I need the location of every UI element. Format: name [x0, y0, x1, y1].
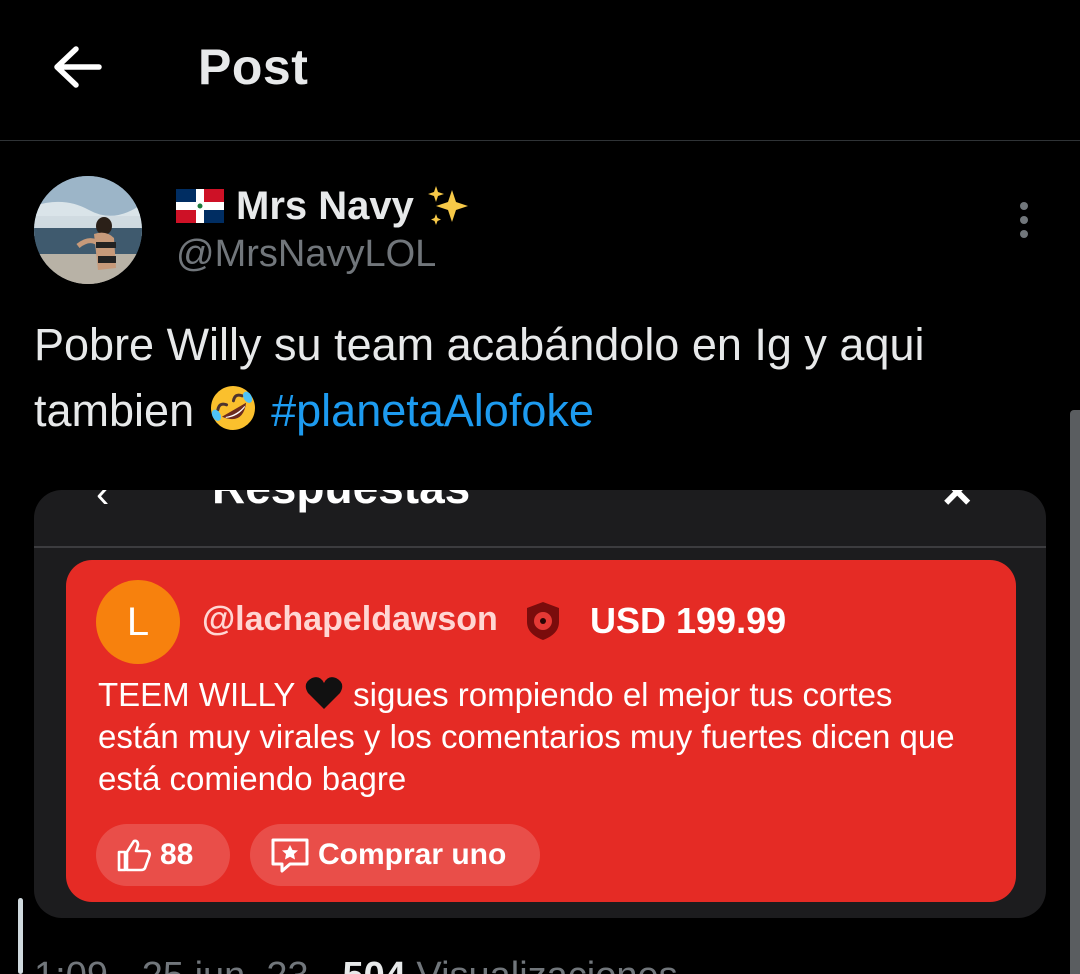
post-time: 1:09	[34, 955, 108, 974]
top-app-bar: Post	[0, 0, 1080, 141]
like-count: 88	[160, 838, 194, 871]
comment-like-pill: 88	[96, 824, 230, 886]
author-avatar[interactable]	[34, 176, 142, 284]
post-text-line2: tambien	[34, 385, 195, 436]
rolling-on-floor-laughing-icon	[210, 386, 255, 430]
comment-amount: USD 199.99	[590, 600, 787, 641]
post-meta: 1:09 · 25 jun. 23 · 504 Visualizaciones	[34, 955, 678, 974]
post-media-image[interactable]: ‹ Respuestas × L @lachapeldawson USD 199…	[34, 490, 1046, 918]
media-back-icon: ‹	[96, 490, 110, 516]
views-label: Visualizaciones	[416, 955, 677, 974]
media-screen-title: Respuestas	[212, 490, 470, 514]
comment-text: TEEM WILLY sigues rompiendo el mejor tus…	[98, 674, 978, 800]
super-chat-comment-card: L @lachapeldawson USD 199.99 TEEM WILLY …	[66, 560, 1016, 902]
avatar-photo	[34, 176, 142, 284]
dominican-flag-icon	[176, 189, 224, 223]
sparkles-icon	[427, 186, 468, 225]
thumbs-up-icon	[117, 839, 151, 872]
post-text-line1: Pobre Willy su team acabándolo en Ig y a…	[34, 319, 925, 370]
media-close-icon: ×	[942, 490, 973, 521]
scrollbar[interactable]	[1070, 410, 1080, 974]
page-title: Post	[198, 39, 309, 95]
post-text: Pobre Willy su team acabándolo en Ig y a…	[34, 312, 1054, 444]
arrow-left-icon	[54, 46, 102, 88]
comment-buy-pill: Comprar uno	[250, 824, 540, 886]
more-dot-icon	[1020, 216, 1028, 224]
author-name-row[interactable]: Mrs Navy	[176, 182, 470, 230]
post-page: Post Mrs Navy @MrsNavyLOL Pobre Willy su…	[0, 0, 1080, 974]
supporter-badge-icon	[527, 602, 559, 640]
media-screenshot-topbar: ‹ Respuestas ×	[34, 490, 1046, 546]
hashtag-link[interactable]: #planetaAlofoke	[271, 385, 594, 436]
comment-avatar: L	[96, 580, 180, 664]
black-heart-icon	[305, 677, 343, 709]
scroll-indicator	[18, 898, 23, 974]
view-count: 504	[342, 955, 405, 974]
back-button[interactable]	[46, 36, 108, 98]
more-dot-icon	[1020, 202, 1028, 210]
buy-label: Comprar uno	[318, 838, 507, 871]
author-name: Mrs Navy	[236, 183, 414, 228]
author-handle[interactable]: @MrsNavyLOL	[176, 233, 436, 276]
media-divider	[34, 546, 1046, 548]
more-dot-icon	[1020, 230, 1028, 238]
comment-text-start: TEEM WILLY	[98, 676, 295, 713]
more-options-button[interactable]	[1004, 196, 1044, 244]
comment-username: @lachapeldawson	[202, 600, 498, 638]
gift-message-icon	[271, 838, 309, 873]
post-date: 25 jun. 23	[142, 955, 309, 974]
